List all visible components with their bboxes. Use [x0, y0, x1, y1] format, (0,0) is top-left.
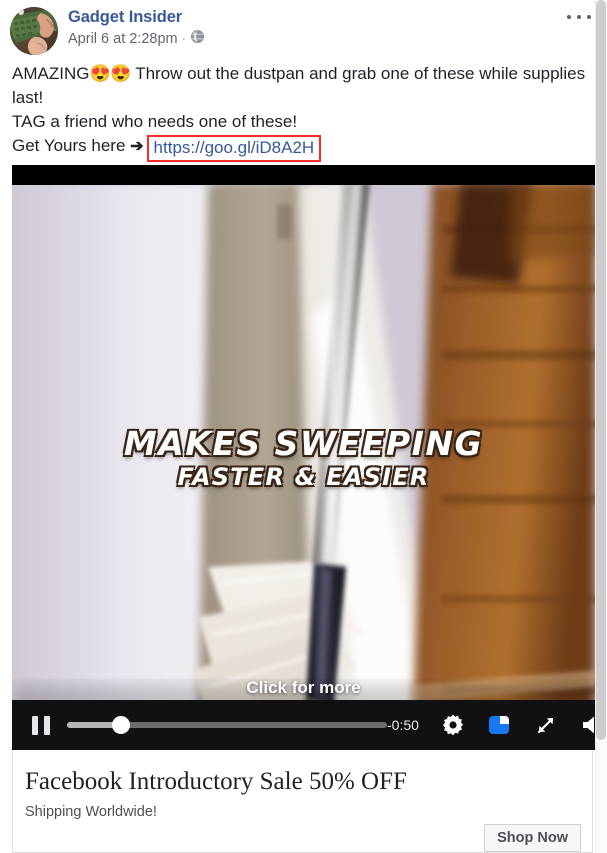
- volume-on-icon[interactable]: [581, 713, 595, 737]
- picture-in-picture-icon[interactable]: [487, 713, 511, 737]
- volume-icon-svg: [582, 716, 594, 734]
- link-attachment-card[interactable]: Facebook Introductory Sale 50% OFF Shipp…: [12, 750, 593, 853]
- ellipsis-dot: [577, 15, 581, 19]
- shop-now-button[interactable]: Shop Now: [484, 824, 581, 852]
- gear-icon[interactable]: [441, 713, 465, 737]
- post-meta: April 6 at 2:28pm ·: [68, 29, 205, 49]
- ellipsis-dot: [587, 15, 591, 19]
- post-timestamp[interactable]: April 6 at 2:28pm: [68, 30, 178, 48]
- pip-icon-svg: [488, 716, 509, 734]
- time-remaining-label: -0:50: [387, 717, 419, 733]
- url-highlight-box: https://goo.gl/iD8A2H: [146, 135, 322, 162]
- link-card-title[interactable]: Facebook Introductory Sale 50% OFF: [25, 767, 407, 797]
- video-progress-slider[interactable]: [67, 716, 387, 734]
- post-header: Gadget Insider April 6 at 2:28pm ·: [0, 0, 607, 60]
- post-url-link[interactable]: https://goo.gl/iD8A2H: [154, 138, 315, 157]
- link-card-subtitle: Shipping Worldwide!: [25, 804, 157, 820]
- post-text-amazing: AMAZING: [12, 64, 90, 83]
- heart-eyes-emoji: 😍😍: [89, 64, 131, 83]
- video-controls-bar: -0:50: [12, 700, 595, 750]
- meta-separator: ·: [181, 31, 186, 46]
- post-message-line-1: AMAZING😍😍 Throw out the dustpan and grab…: [12, 62, 600, 110]
- post-message: AMAZING😍😍 Throw out the dustpan and grab…: [12, 62, 600, 162]
- video-letterbox-top: [12, 165, 595, 185]
- video-frame-image: [12, 165, 595, 750]
- page-scrollbar[interactable]: [595, 0, 607, 853]
- globe-icon-svg: [190, 29, 205, 44]
- pause-bar: [32, 715, 38, 735]
- pause-bar: [44, 715, 50, 735]
- video-player[interactable]: MAKES SWEEPING FASTER & EASIER Click for…: [12, 165, 595, 750]
- right-arrow-icon: ➔: [130, 138, 144, 155]
- expand-icon-svg: [537, 717, 553, 734]
- scrollbar-thumb[interactable]: [596, 0, 606, 740]
- pause-icon[interactable]: [32, 715, 50, 735]
- gear-icon-svg: [442, 714, 464, 736]
- ellipsis-dot: [567, 15, 571, 19]
- progress-handle[interactable]: [112, 716, 131, 734]
- post-options-button[interactable]: [567, 9, 591, 25]
- facebook-post-screenshot: Gadget Insider April 6 at 2:28pm · AMAZI…: [0, 0, 607, 853]
- page-name[interactable]: Gadget Insider: [68, 7, 182, 27]
- avatar-image: [10, 7, 58, 55]
- post-message-line-2: TAG a friend who needs one of these!: [12, 112, 298, 131]
- click-for-more-prompt[interactable]: Click for more: [12, 678, 595, 698]
- expand-icon[interactable]: [535, 714, 557, 736]
- get-yours-text: Get Yours here: [12, 136, 131, 155]
- post-message-line-3: Get Yours here ➔ https://goo.gl/iD8A2H: [12, 134, 600, 162]
- avatar[interactable]: [10, 7, 58, 55]
- globe-icon[interactable]: [190, 29, 205, 49]
